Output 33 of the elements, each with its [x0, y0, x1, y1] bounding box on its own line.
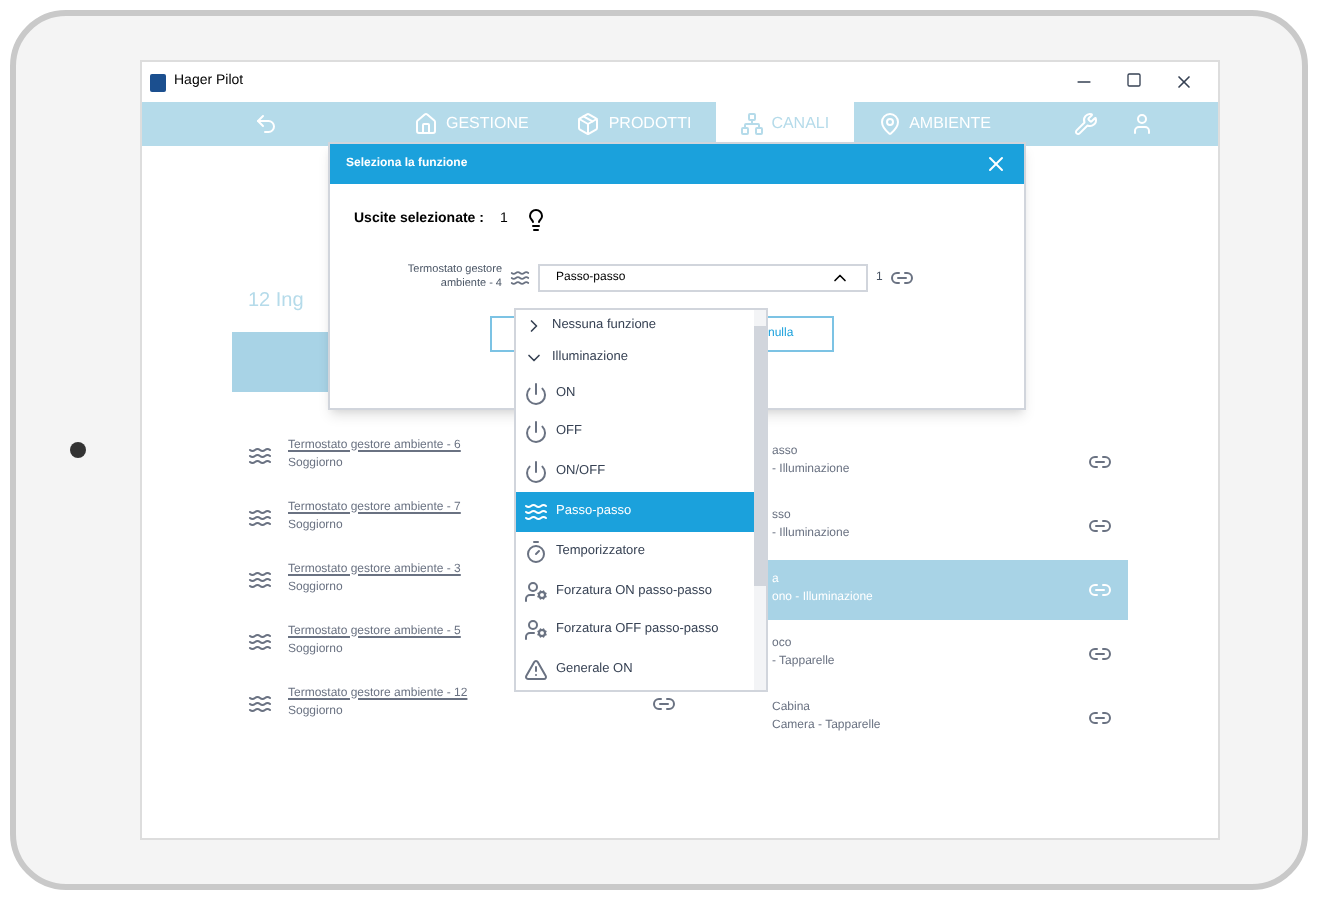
maximize-icon[interactable]: [1126, 72, 1142, 88]
home-icon: [414, 112, 438, 136]
network-icon: [739, 112, 764, 136]
link-icon: [1088, 642, 1112, 666]
wave-icon: [524, 499, 548, 524]
scrollbar[interactable]: [754, 310, 766, 690]
person-icon: [524, 618, 548, 643]
box-icon: [576, 112, 601, 136]
power-icon: [524, 381, 548, 406]
timer-icon: [524, 539, 548, 564]
wave-icon: [510, 268, 530, 288]
user-icon[interactable]: [1130, 112, 1154, 136]
warning-icon: [524, 658, 548, 683]
person-icon: [524, 579, 548, 604]
lightbulb-icon: [523, 208, 548, 232]
power-icon: [524, 420, 548, 445]
map-pin-icon: [877, 112, 902, 136]
wrench-icon[interactable]: [1074, 112, 1098, 136]
link-icon: [1088, 578, 1112, 602]
app-logo-icon: [150, 73, 166, 91]
wave-icon: [248, 691, 272, 715]
inputs-heading: 12 Ing: [248, 288, 306, 316]
link-icon: [890, 266, 915, 290]
link-icon: [1088, 706, 1112, 730]
close-icon[interactable]: [1174, 72, 1194, 92]
link-icon: [1088, 450, 1112, 474]
power-icon: [524, 460, 548, 485]
wave-icon: [248, 629, 272, 653]
wave-icon: [248, 567, 272, 591]
link-icon: [1088, 514, 1112, 538]
back-icon[interactable]: [254, 112, 278, 136]
wave-icon: [248, 443, 272, 467]
wave-icon: [248, 505, 272, 529]
